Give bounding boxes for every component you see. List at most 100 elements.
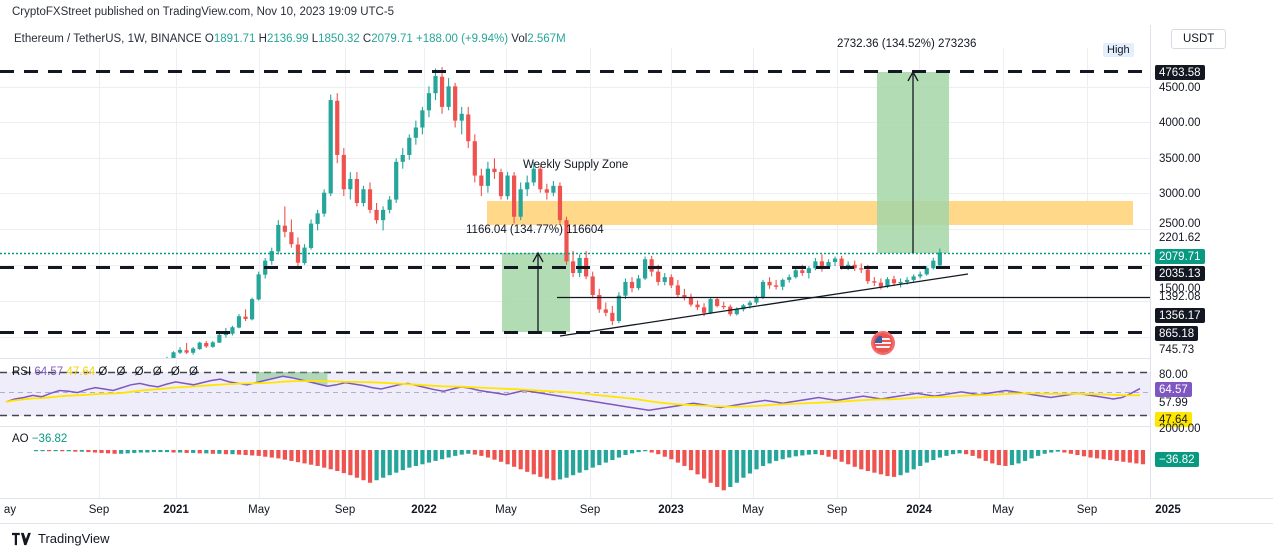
candle-body	[905, 279, 910, 282]
ao-bar	[675, 450, 680, 463]
candle-body	[872, 281, 877, 283]
tradingview-logo-icon	[12, 532, 31, 545]
candle-body	[361, 189, 366, 203]
ao-bar	[878, 450, 884, 475]
ao-bar	[1108, 450, 1113, 461]
ao-bar	[335, 450, 340, 471]
ao-bar	[931, 450, 936, 461]
axis-tick-4000: 4000.00	[1159, 117, 1201, 129]
ao-bar	[1049, 450, 1054, 453]
time-axis-label: ay	[3, 504, 17, 516]
axis-tag-ao: −36.82	[1155, 452, 1199, 467]
candle-body	[623, 281, 628, 296]
close-value: 2079.71	[371, 33, 413, 45]
axis-tick-3500: 3500.00	[1159, 153, 1201, 165]
ao-bar	[132, 450, 137, 453]
ao-bar	[1134, 450, 1139, 464]
time-axis[interactable]: ay Sep 2021 May Sep 2022 May Sep 2023 May Sep 2024 M…	[0, 498, 1273, 524]
time-axis-label: May	[742, 504, 764, 516]
ao-bar	[105, 450, 111, 454]
ao-bar	[787, 450, 792, 458]
candle-body	[256, 274, 261, 300]
axis-tick-745: 745.73	[1159, 344, 1195, 356]
time-axis-label: Sep	[826, 504, 848, 516]
ao-bar	[1068, 450, 1073, 454]
candle-body	[282, 225, 287, 232]
ao-bar	[446, 450, 451, 458]
candle-body	[806, 268, 811, 274]
candle-body	[453, 86, 458, 121]
candle-body	[891, 279, 897, 284]
ao-bar	[898, 450, 903, 476]
price-chart-svg[interactable]	[0, 48, 1150, 358]
ao-name: AO	[12, 433, 29, 445]
rsi-title-row: RSI 64.57 47.64 Ø Ø Ø Ø Ø Ø	[12, 366, 201, 378]
ao-bar	[145, 450, 150, 453]
price-chart-pane[interactable]	[0, 48, 1150, 358]
candle-body	[322, 192, 327, 214]
ao-bar	[53, 450, 58, 452]
candle-body	[269, 251, 274, 261]
ao-bar	[1114, 450, 1119, 461]
candle-body	[931, 260, 936, 269]
candle-body	[236, 316, 242, 328]
ao-bar	[197, 450, 202, 454]
candle-body	[662, 277, 667, 282]
candle-body	[512, 175, 517, 217]
ao-bar	[158, 450, 163, 453]
candle-body	[682, 294, 687, 298]
ao-bar	[171, 450, 176, 453]
ao-bar	[996, 450, 1001, 466]
ao-pane[interactable]	[0, 428, 1150, 498]
price-axis[interactable]: USDT High 4763.58 4500.00 4000.00 3500.0…	[1103, 25, 1273, 498]
ao-bar	[66, 450, 71, 452]
ao-bar	[1055, 450, 1060, 452]
candle-body	[846, 264, 851, 267]
ao-chart-svg[interactable]	[0, 428, 1150, 498]
axis-tick-2000: 2000.00	[1159, 423, 1201, 435]
candle-body	[289, 232, 294, 245]
axis-tag-current-price: 2079.71	[1155, 249, 1205, 264]
candle-body	[308, 223, 314, 248]
candle-body	[315, 213, 320, 224]
ao-bar	[944, 450, 949, 456]
candle-body	[787, 277, 792, 280]
axis-tag-865: 865.18	[1155, 326, 1199, 341]
chart-legend: Ethereum / TetherUS, 1W, BINANCE O1891.7…	[14, 33, 566, 45]
candle-body	[394, 161, 399, 200]
candle-body	[734, 309, 739, 315]
ao-bar	[774, 450, 779, 461]
candle-body	[367, 189, 373, 210]
ao-bar	[276, 450, 281, 459]
ao-bar	[1140, 450, 1146, 465]
ao-histogram	[33, 450, 1146, 491]
candle-body	[577, 257, 582, 274]
ao-bar	[315, 450, 320, 466]
publisher-line: CryptoFXStreet published on TradingView.…	[12, 6, 395, 18]
ao-bar	[210, 450, 215, 454]
ao-bar	[865, 450, 870, 471]
ao-bar	[138, 450, 143, 453]
ao-bar	[708, 450, 713, 483]
ao-bar	[302, 450, 307, 464]
high-value: 2136.99	[266, 33, 309, 45]
us-flag-event-marker[interactable]	[871, 331, 895, 355]
axis-tag-4763: 4763.58	[1155, 65, 1205, 80]
ao-bar	[1029, 450, 1034, 459]
candle-body	[472, 141, 477, 176]
ao-bar	[479, 450, 484, 456]
candle-body	[918, 274, 923, 277]
candle-body	[878, 282, 883, 287]
candle-body	[387, 199, 392, 210]
ao-bar	[79, 450, 84, 452]
currency-label: USDT	[1171, 29, 1227, 49]
candle-body	[328, 100, 333, 194]
ao-bar	[269, 450, 274, 458]
rsi-value: 64.57	[34, 366, 64, 378]
rsi-name: RSI	[12, 366, 32, 378]
candle-body	[688, 297, 694, 305]
ao-bar	[734, 450, 739, 483]
tradingview-brand: TradingView	[38, 531, 110, 546]
ao-bar	[970, 450, 975, 456]
ao-bar	[263, 450, 268, 457]
